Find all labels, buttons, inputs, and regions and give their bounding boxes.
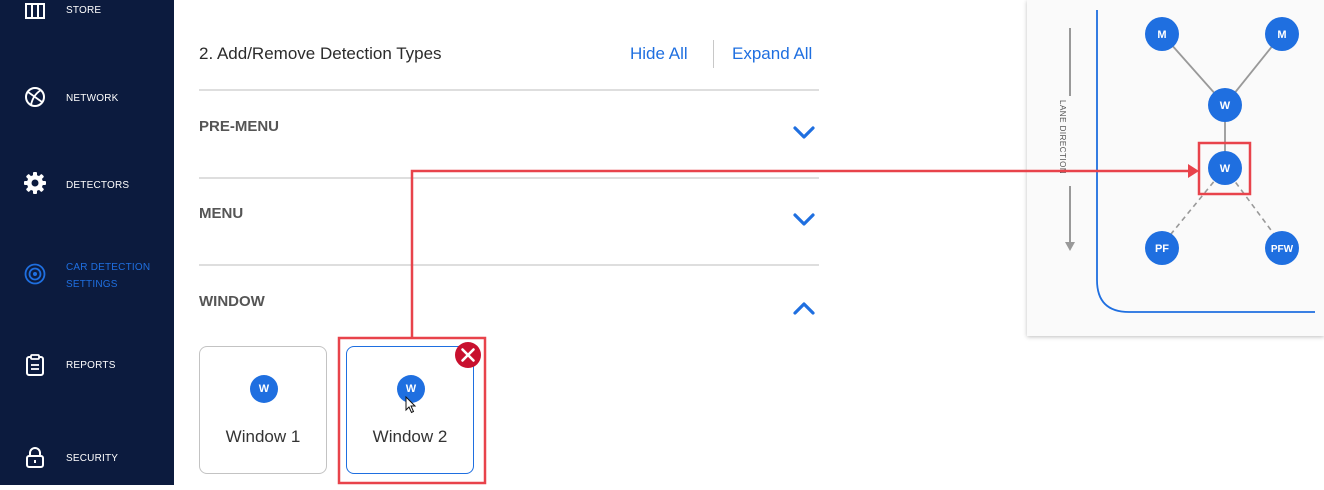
divider (199, 89, 819, 91)
accordion-menu-label[interactable]: MENU (199, 205, 243, 222)
mouse-cursor-icon (405, 396, 417, 414)
chevron-up-icon[interactable] (789, 298, 819, 318)
sidebar: STORE NETWORK DETECTORS CAR DETECTION SE… (0, 0, 174, 485)
sidebar-item-label: DETECTORS (66, 180, 130, 191)
lane-diagram-panel (1027, 0, 1324, 336)
sidebar-item-store[interactable]: STORE (0, 0, 174, 32)
window-card-label: Window 2 (372, 427, 448, 446)
store-icon (25, 3, 45, 19)
sidebar-item-detectors[interactable]: DETECTORS (0, 158, 174, 218)
accordion-pre-menu-label[interactable]: PRE-MENU (199, 118, 279, 135)
radar-icon (24, 263, 46, 285)
window-badge: W (250, 375, 278, 403)
header-separator (713, 40, 714, 68)
sidebar-item-label: STORE (66, 5, 102, 16)
chevron-down-icon[interactable] (789, 122, 819, 142)
sidebar-item-label-line2: SETTINGS (66, 279, 118, 290)
lock-icon (26, 447, 44, 468)
sidebar-item-label: SECURITY (66, 453, 119, 464)
sidebar-item-network[interactable]: NETWORK (0, 70, 174, 130)
clipboard-icon (26, 354, 44, 376)
sidebar-item-label: CAR DETECTION (66, 262, 151, 273)
sidebar-item-label: NETWORK (66, 93, 119, 104)
chevron-down-icon[interactable] (789, 209, 819, 229)
hide-all-link[interactable]: Hide All (630, 44, 688, 64)
section-title: 2. Add/Remove Detection Types (199, 44, 442, 63)
sidebar-item-security[interactable]: SECURITY (0, 430, 174, 490)
gear-icon (24, 172, 46, 194)
expand-all-link[interactable]: Expand All (732, 44, 812, 64)
remove-icon[interactable] (453, 340, 483, 370)
sidebar-item-car-detection-settings[interactable]: CAR DETECTION SETTINGS (0, 250, 174, 310)
window-card-1[interactable]: W Window 1 (199, 346, 327, 474)
divider (199, 264, 819, 266)
sidebar-item-label: REPORTS (66, 360, 116, 371)
lane-direction-label: LANE DIRECTION (1058, 100, 1067, 175)
divider (199, 177, 819, 179)
accordion-window-label[interactable]: WINDOW (199, 293, 265, 310)
window-card-label: Window 1 (225, 427, 301, 446)
sidebar-item-reports[interactable]: REPORTS (0, 336, 174, 396)
network-globe-icon (25, 87, 45, 107)
